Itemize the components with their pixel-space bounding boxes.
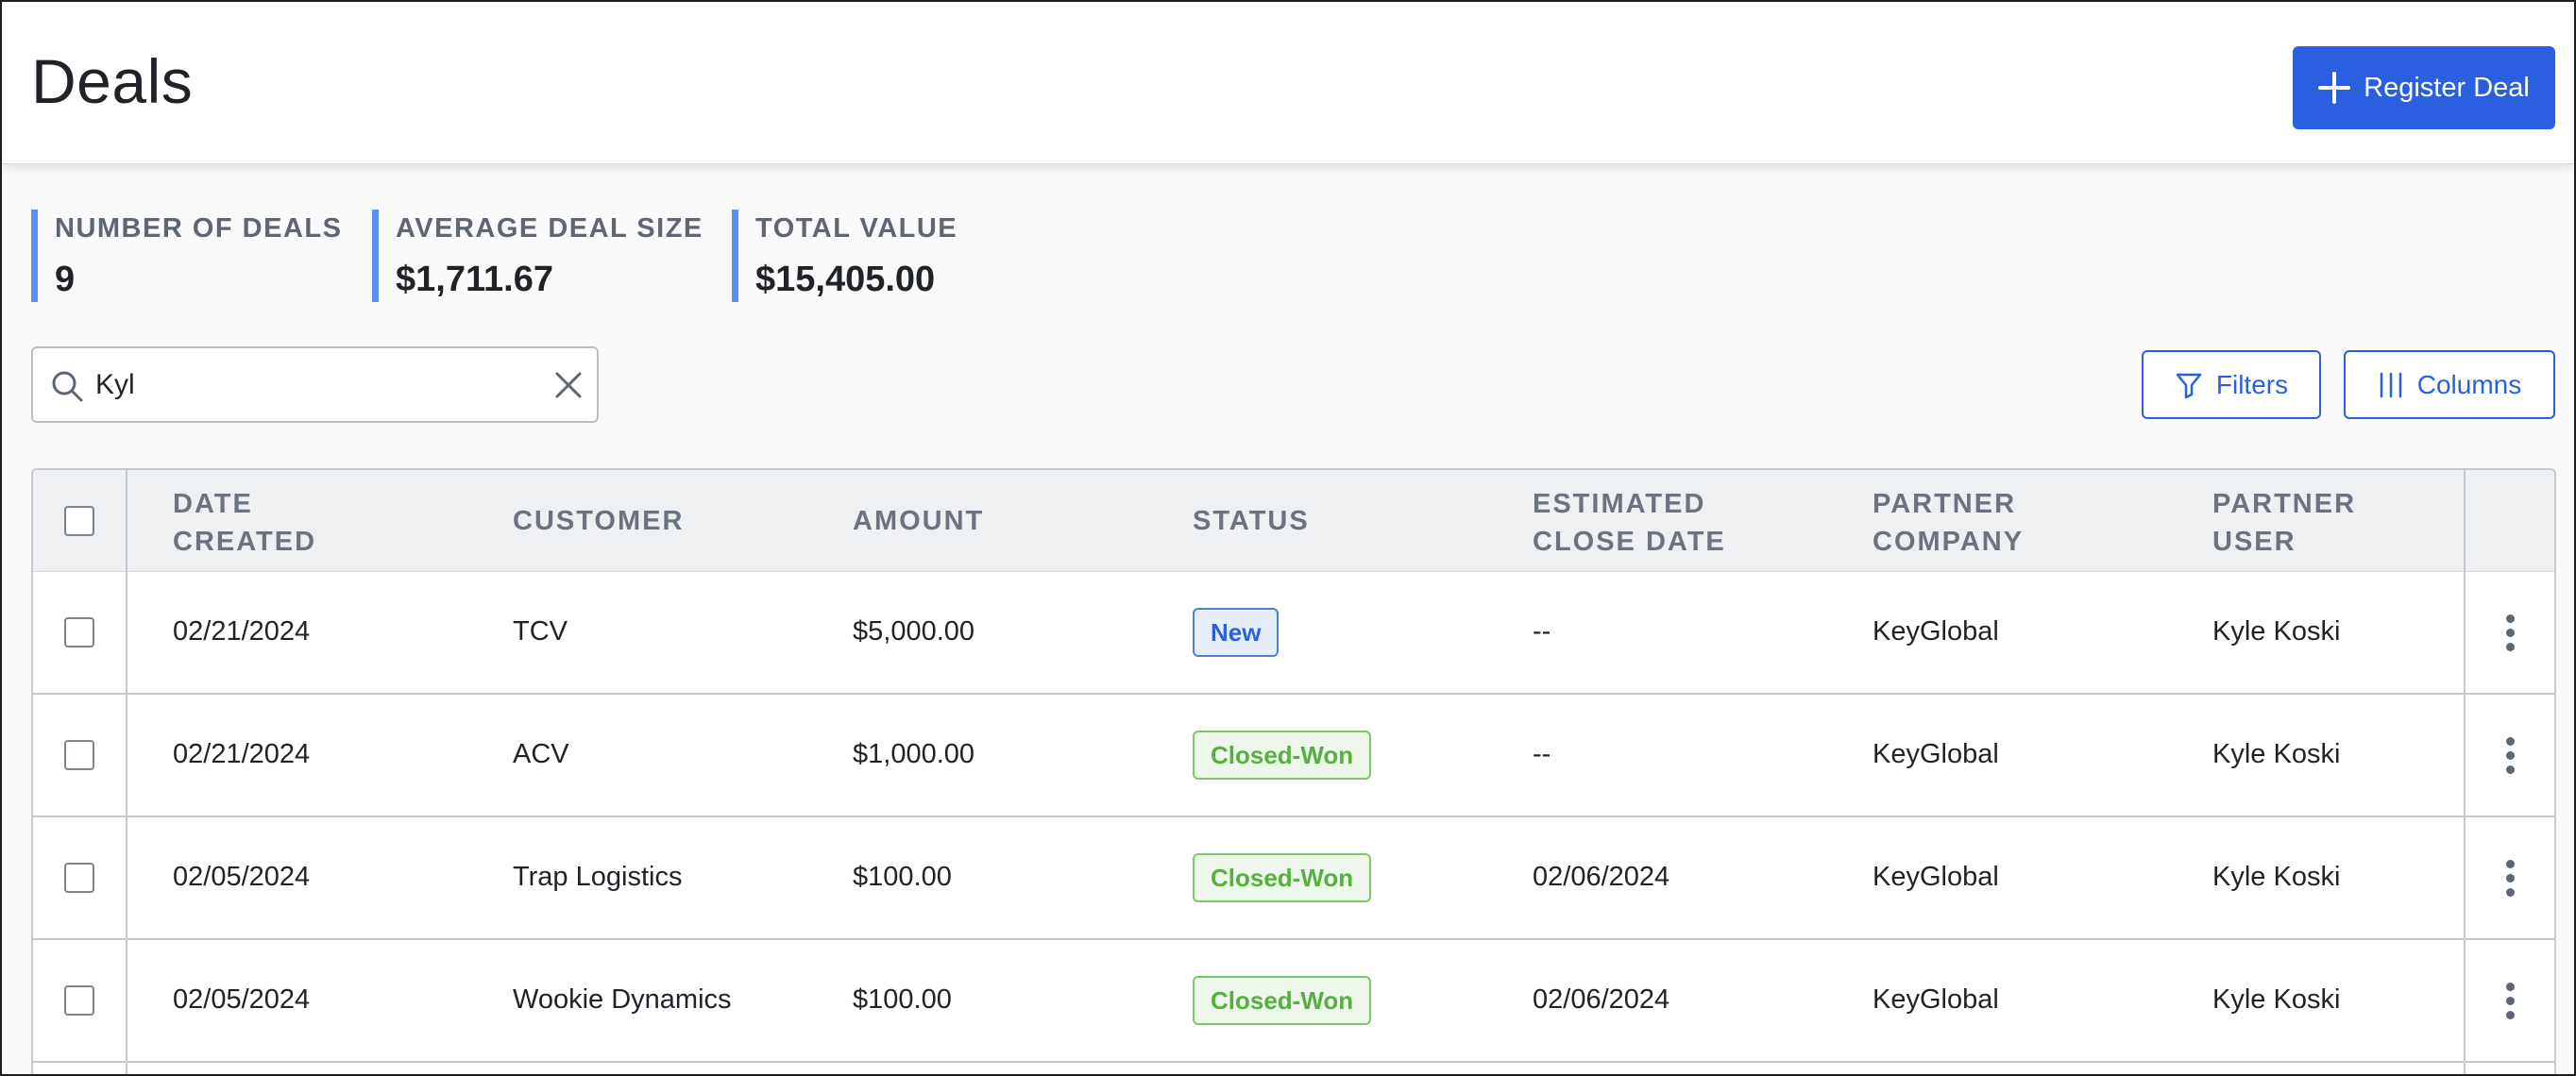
search-input[interactable]: Kyl: [31, 346, 599, 423]
stat-value: $1,711.67: [396, 260, 553, 299]
stat-label: AVERAGE DEAL SIZE: [396, 213, 703, 244]
cell-customer: TCV: [513, 616, 568, 647]
cell-partner-company: KeyGlobal: [1873, 616, 1999, 647]
column-header-estimated-close-date[interactable]: ESTIMATED CLOSE DATE: [1533, 485, 1726, 561]
cell-customer: ACV: [513, 739, 569, 769]
column-header-line: CLOSE DATE: [1533, 527, 1726, 557]
column-header-line: PARTNER: [2212, 489, 2357, 519]
table-header: DATE CREATED CUSTOMER AMOUNT STATUS ESTI…: [33, 470, 2554, 572]
status-badge: Closed-Won: [1193, 976, 1372, 1025]
stat-average-deal-size: AVERAGE DEAL SIZE $1,711.67: [372, 210, 703, 302]
column-header-line: AMOUNT: [853, 506, 985, 536]
cell-estimated-close-date: --: [1533, 616, 1551, 647]
columns-button[interactable]: Columns: [2344, 350, 2555, 419]
column-header-customer[interactable]: CUSTOMER: [513, 502, 684, 540]
deals-table: DATE CREATED CUSTOMER AMOUNT STATUS ESTI…: [31, 468, 2556, 1074]
column-header-amount[interactable]: AMOUNT: [853, 502, 984, 540]
search-value[interactable]: Kyl: [95, 369, 135, 401]
cell-partner-user: Kyle Koski: [2212, 739, 2341, 769]
stat-label: TOTAL VALUE: [755, 213, 958, 244]
cell-amount: $5,000.00: [853, 616, 975, 647]
more-options-icon[interactable]: [2504, 983, 2516, 1020]
stat-total-value: TOTAL VALUE $15,405.00: [732, 210, 958, 302]
more-options-icon[interactable]: [2504, 737, 2516, 775]
column-header-line: COMPANY: [1873, 527, 2025, 557]
stat-number-of-deals: NUMBER OF DEALS 9: [31, 210, 342, 302]
cell-amount: $1,000.00: [853, 739, 975, 769]
more-options-icon[interactable]: [2504, 614, 2516, 652]
stat-label: NUMBER OF DEALS: [55, 213, 343, 244]
column-header-line: ESTIMATED: [1533, 489, 1706, 519]
column-divider: [126, 470, 127, 1074]
columns-label: Columns: [2416, 369, 2522, 399]
column-header-partner-company[interactable]: PARTNER COMPANY: [1873, 485, 2024, 561]
filters-label: Filters: [2215, 369, 2289, 399]
column-header-status[interactable]: STATUS: [1193, 502, 1310, 540]
more-options-icon[interactable]: [2504, 860, 2516, 898]
cell-amount: $100.00: [853, 984, 952, 1015]
column-header-date-created[interactable]: DATE CREATED: [173, 485, 316, 561]
column-header-line: USER: [2212, 527, 2296, 557]
status-badge: New: [1193, 608, 1280, 657]
row-checkbox[interactable]: [64, 740, 94, 770]
status-badge: Closed-Won: [1193, 853, 1372, 902]
status-badge: Closed-Won: [1193, 731, 1372, 780]
register-deal-label: Register Deal: [2364, 72, 2530, 103]
stat-value: 9: [55, 260, 76, 299]
plus-icon: [2318, 72, 2351, 104]
filters-button[interactable]: Filters: [2142, 350, 2321, 419]
column-divider: [2464, 470, 2466, 1074]
table-row[interactable]: 02/05/2024 Trap Logistics $100.00 Closed…: [33, 817, 2554, 940]
stat-value: $15,405.00: [755, 260, 936, 299]
page-header: Deals Register Deal: [2, 2, 2574, 164]
columns-icon: [2380, 372, 2401, 397]
cell-estimated-close-date: 02/06/2024: [1533, 862, 1670, 892]
cell-partner-user: Kyle Koski: [2212, 616, 2341, 647]
table-row[interactable]: 02/05/2024 Wookie Dynamics $100.00 Close…: [33, 940, 2554, 1063]
cell-partner-user: Kyle Koski: [2212, 984, 2341, 1015]
column-header-line: CUSTOMER: [513, 506, 685, 536]
search-icon: [52, 371, 83, 402]
cell-customer: Wookie Dynamics: [513, 984, 732, 1015]
cell-estimated-close-date: --: [1533, 739, 1551, 769]
column-header-partner-user[interactable]: PARTNER USER: [2212, 485, 2356, 561]
table-row[interactable]: 02/21/2024 TCV $5,000.00 New -- KeyGloba…: [33, 572, 2554, 695]
column-header-line: PARTNER: [1873, 489, 2017, 519]
row-checkbox[interactable]: [64, 617, 94, 647]
row-checkbox[interactable]: [64, 985, 94, 1016]
column-header-line: DATE: [173, 489, 253, 519]
page-title: Deals: [31, 46, 194, 116]
table-row[interactable]: 02/21/2024 ACV $1,000.00 Closed-Won -- K…: [33, 695, 2554, 817]
column-header-line: CREATED: [173, 527, 317, 557]
cell-estimated-close-date: 02/06/2024: [1533, 984, 1670, 1015]
cell-customer: Trap Logistics: [513, 862, 683, 892]
select-all-checkbox[interactable]: [64, 506, 94, 536]
cell-partner-company: KeyGlobal: [1873, 984, 1999, 1015]
cell-amount: $100.00: [853, 862, 952, 892]
cell-partner-company: KeyGlobal: [1873, 739, 1999, 769]
cell-date-created: 02/05/2024: [173, 862, 311, 892]
cell-date-created: 02/21/2024: [173, 739, 311, 769]
app-frame: Deals Register Deal NUMBER OF DEALS 9 AV…: [0, 0, 2576, 1076]
cell-date-created: 02/21/2024: [173, 616, 311, 647]
clear-icon[interactable]: [552, 369, 585, 401]
cell-partner-company: KeyGlobal: [1873, 862, 1999, 892]
column-header-line: STATUS: [1193, 506, 1310, 536]
register-deal-button[interactable]: Register Deal: [2293, 46, 2555, 129]
cell-date-created: 02/05/2024: [173, 984, 311, 1015]
row-checkbox[interactable]: [64, 863, 94, 893]
cell-partner-user: Kyle Koski: [2212, 862, 2341, 892]
filter-icon: [2176, 373, 2202, 398]
